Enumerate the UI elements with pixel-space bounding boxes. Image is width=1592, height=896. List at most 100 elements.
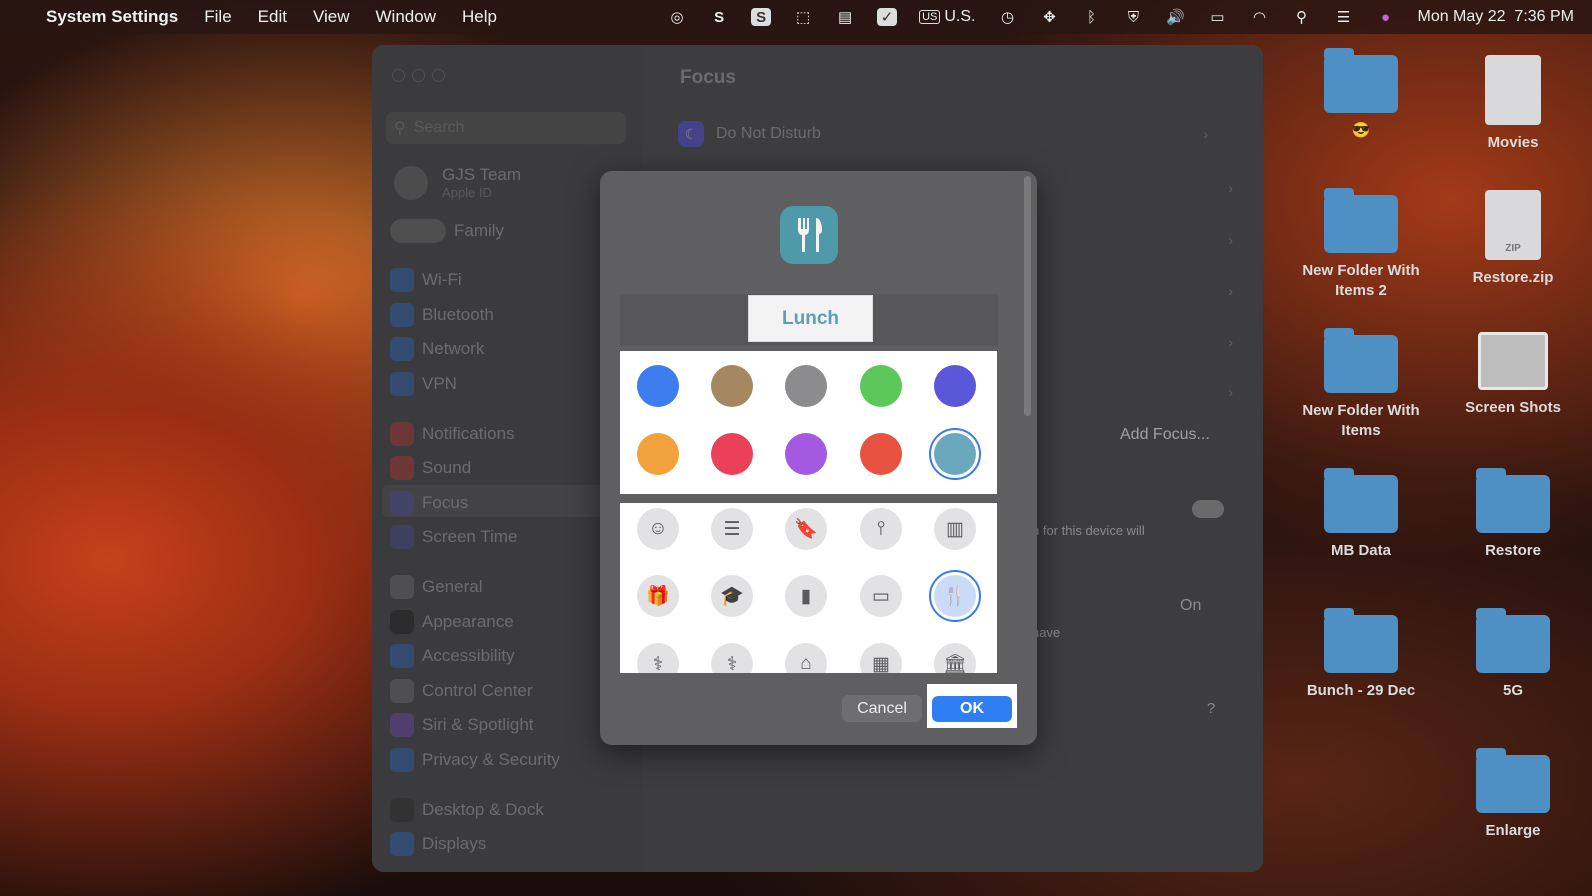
- building-icon[interactable]: ▦: [860, 643, 902, 673]
- window-menu[interactable]: Window: [376, 7, 436, 27]
- desktop-folder[interactable]: Enlarge: [1438, 748, 1588, 841]
- screenshot-icon[interactable]: ⬚: [793, 8, 813, 26]
- add-focus-button[interactable]: Add Focus...: [1120, 426, 1210, 444]
- input-source[interactable]: US U.S.: [919, 8, 975, 26]
- movie-file-icon: [1485, 55, 1541, 125]
- siri-icon[interactable]: ●: [1375, 8, 1395, 26]
- pills-icon[interactable]: ⚕: [637, 643, 679, 673]
- keyboard-badge-icon: US: [919, 10, 941, 24]
- desktop-item-label: MB Data: [1330, 542, 1391, 559]
- document-icon[interactable]: ▮: [785, 575, 827, 617]
- shield-icon[interactable]: ⛨: [1123, 8, 1143, 26]
- view-menu[interactable]: View: [313, 7, 350, 27]
- desktop-item-label: Bunch - 29 Dec: [1306, 682, 1416, 699]
- desktop-file[interactable]: Movies: [1438, 55, 1588, 153]
- menu-bar: System Settings File Edit View Window He…: [0, 0, 1592, 34]
- desktop-file[interactable]: ZIP Restore.zip: [1438, 190, 1588, 288]
- color-swatch[interactable]: [860, 365, 902, 407]
- folder-icon: [1476, 608, 1550, 673]
- edit-menu[interactable]: Edit: [258, 7, 287, 27]
- focus-name-input[interactable]: Lunch: [748, 295, 873, 342]
- help-button[interactable]: ?: [1200, 700, 1222, 722]
- icon-picker-panel: ☺ ☰ 🔖 ⫯ ▥ 🎁 🎓 ▮ ▭ 🍴 ⚕ ⚕ ⌂ ▦ 🏛: [620, 503, 997, 673]
- bank-icon[interactable]: 🏛: [934, 643, 976, 673]
- app-name-menu[interactable]: System Settings: [46, 7, 178, 27]
- color-picker-panel: [620, 351, 997, 494]
- dialog-scrollbar[interactable]: [1024, 176, 1031, 416]
- list-icon[interactable]: ☰: [711, 508, 753, 550]
- folder-icon: [1324, 48, 1398, 113]
- desktop-item-label: Restore: [1485, 542, 1541, 559]
- selected-icon-ring: [929, 570, 981, 622]
- desktop-item-label: Enlarge: [1485, 822, 1541, 839]
- creative-cloud-icon[interactable]: ◎: [667, 8, 687, 26]
- desktop-item-label: Movies: [1487, 134, 1539, 151]
- color-swatch[interactable]: [785, 365, 827, 407]
- status-icons: ◎ S S ⬚ ▤ ✓ US U.S. ◷ ✥ ᛒ ⛨ 🔊 ▭ ◠ ⚲ ☰ ● M…: [667, 0, 1574, 34]
- folder-icon: [1476, 468, 1550, 533]
- time-machine-icon[interactable]: ◷: [997, 8, 1017, 26]
- cancel-button[interactable]: Cancel: [842, 695, 922, 722]
- color-swatch[interactable]: [934, 365, 976, 407]
- zip-file-icon: ZIP: [1485, 190, 1541, 260]
- share-across-devices-toggle[interactable]: [1192, 500, 1224, 518]
- desktop-folder[interactable]: New Folder With Items 2: [1286, 188, 1436, 300]
- color-swatch[interactable]: [785, 433, 827, 475]
- desktop-folder[interactable]: MB Data: [1286, 468, 1436, 561]
- s-app-icon[interactable]: S: [709, 8, 729, 26]
- color-swatch[interactable]: [711, 365, 753, 407]
- focus-status-value: On: [1180, 597, 1202, 614]
- control-center-icon[interactable]: ☰: [1333, 8, 1353, 26]
- focus-preview-icon: [780, 206, 838, 264]
- search-icon[interactable]: ⚲: [1291, 8, 1311, 26]
- move-icon[interactable]: ✥: [1039, 8, 1059, 26]
- volume-icon[interactable]: 🔊: [1165, 8, 1185, 26]
- folder-icon: [1476, 748, 1550, 813]
- skype-icon[interactable]: S: [751, 8, 772, 26]
- wifi-icon[interactable]: ◠: [1249, 8, 1269, 26]
- share-description-text: n for this device will: [1032, 523, 1145, 538]
- folder-icon: [1324, 468, 1398, 533]
- color-swatch[interactable]: [860, 433, 902, 475]
- window-app-icon[interactable]: ▤: [835, 8, 855, 26]
- desktop-item-label: Screen Shots: [1465, 399, 1561, 416]
- color-swatch[interactable]: [637, 433, 679, 475]
- folder-icon: [1324, 188, 1398, 253]
- ok-button[interactable]: OK: [932, 696, 1012, 722]
- house-icon[interactable]: ⌂: [785, 643, 827, 673]
- desktop-item-label: 😎: [1351, 122, 1371, 139]
- desktop-item-label: 5G: [1502, 682, 1523, 699]
- selected-color-ring: [929, 428, 981, 480]
- credit-card-icon[interactable]: ▭: [860, 575, 902, 617]
- clock[interactable]: Mon May 22 7:36 PM: [1417, 8, 1574, 26]
- desktop-file[interactable]: Screen Shots: [1438, 332, 1588, 418]
- color-swatch[interactable]: [711, 433, 753, 475]
- books-icon[interactable]: ▥: [934, 508, 976, 550]
- fork-knife-icon: [798, 218, 822, 252]
- zip-badge: ZIP: [1505, 243, 1521, 254]
- desktop-folder[interactable]: Restore: [1438, 468, 1588, 561]
- checkmark-app-icon[interactable]: ✓: [877, 8, 898, 26]
- desktop-folder[interactable]: New Folder With Items: [1286, 328, 1436, 440]
- desktop-item-label: New Folder With Items: [1302, 402, 1420, 439]
- bookmark-icon[interactable]: 🔖: [785, 508, 827, 550]
- stethoscope-icon[interactable]: ⚕: [711, 643, 753, 673]
- bluetooth-icon[interactable]: ᛒ: [1081, 8, 1101, 26]
- smiley-icon[interactable]: ☺: [637, 508, 679, 550]
- desktop-folder[interactable]: Bunch - 29 Dec: [1286, 608, 1436, 701]
- pin-icon[interactable]: ⫯: [860, 508, 902, 550]
- graduation-cap-icon[interactable]: 🎓: [711, 575, 753, 617]
- screenshot-file-icon: [1478, 332, 1548, 390]
- desktop-item-label: New Folder With Items 2: [1302, 262, 1420, 299]
- folder-icon: [1324, 608, 1398, 673]
- input-source-label: U.S.: [944, 8, 976, 25]
- screen-mirroring-icon[interactable]: ▭: [1207, 8, 1227, 26]
- desktop-folder[interactable]: 😎: [1286, 48, 1436, 141]
- desktop-folder[interactable]: 5G: [1438, 608, 1588, 701]
- color-swatch[interactable]: [637, 365, 679, 407]
- gift-icon[interactable]: 🎁: [637, 575, 679, 617]
- help-menu[interactable]: Help: [462, 7, 497, 27]
- folder-icon: [1324, 328, 1398, 393]
- file-menu[interactable]: File: [204, 7, 231, 27]
- desktop-item-label: Restore.zip: [1472, 269, 1554, 286]
